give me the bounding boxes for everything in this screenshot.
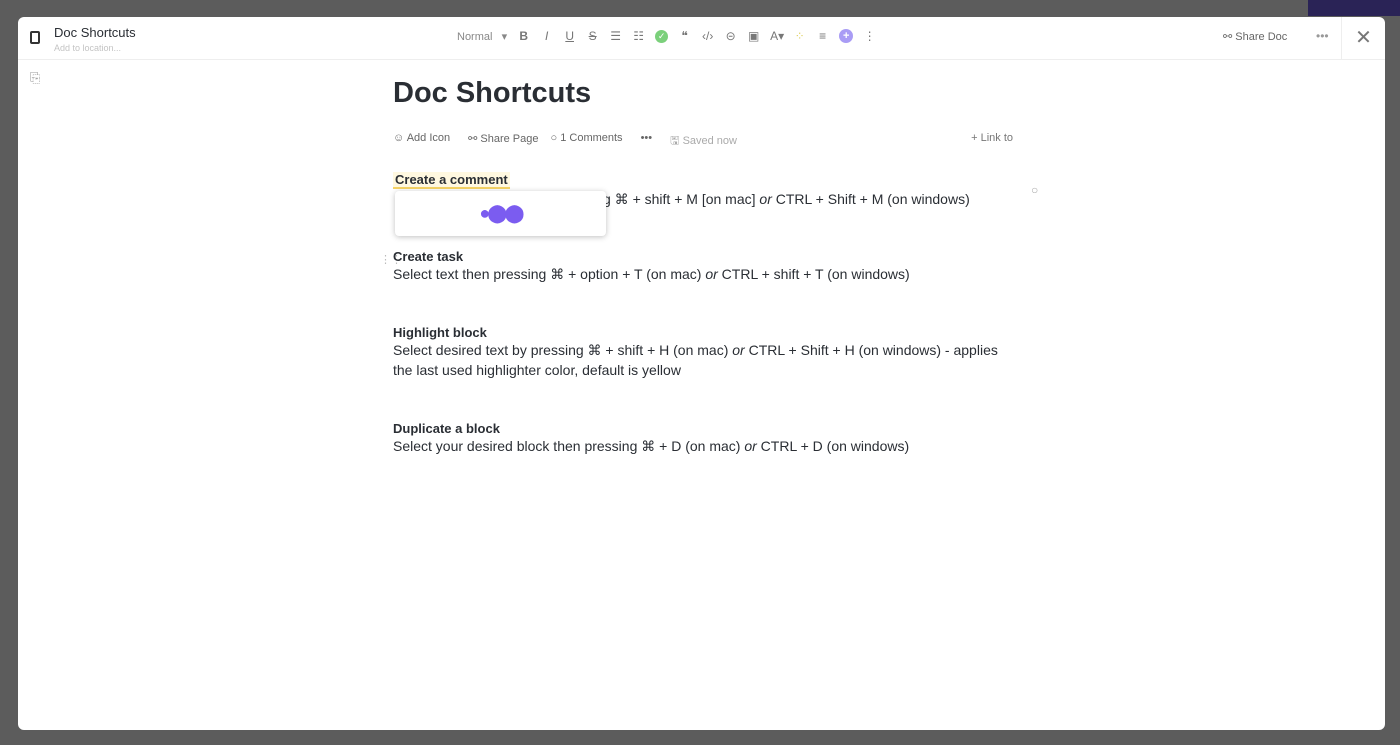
doc-header: Doc Shortcuts Add to location... Normal …: [18, 17, 1385, 60]
more-options-icon[interactable]: •••: [1316, 29, 1329, 43]
format-toolbar: Normal ▾ B I U S ☰ ☷ ✓ ❝ ‹/› ⊝ ▣ A▾ ⁘ ≡ …: [457, 29, 876, 43]
code-icon[interactable]: ‹/›: [701, 29, 714, 43]
add-to-location[interactable]: Add to location...: [54, 43, 121, 53]
content-block[interactable]: Duplicate a block Select your desired bl…: [393, 421, 1013, 456]
quote-icon[interactable]: ❝: [678, 29, 691, 43]
checklist-icon[interactable]: ✓: [655, 29, 669, 43]
doc-content: Doc Shortcuts ☺ Add Icon ⚯ Share Page ○ …: [393, 75, 1013, 456]
block-title: Create task: [393, 249, 464, 264]
block-title: Create a comment: [393, 172, 510, 189]
page-meta-bar: ☺ Add Icon ⚯ Share Page ○ 1 Comments •••…: [393, 132, 1013, 151]
align-icon[interactable]: ≡: [816, 29, 829, 43]
strikethrough-icon[interactable]: S: [586, 29, 599, 43]
background-app-band: [1308, 0, 1400, 16]
document-icon: [30, 31, 40, 44]
block-body: Select desired text by pressing ⌘ + shif…: [393, 342, 998, 378]
content-block[interactable]: Highlight block Select desired text by p…: [393, 325, 1013, 380]
italic-icon[interactable]: I: [540, 29, 553, 43]
share-doc-button[interactable]: ⚯ Share Doc: [1223, 30, 1287, 43]
comment-icon[interactable]: ○: [1031, 183, 1038, 197]
more-icon[interactable]: •••: [641, 132, 653, 151]
link-icon[interactable]: ⊝: [724, 29, 737, 43]
link-to-button[interactable]: + Link to: [971, 132, 1013, 144]
add-page-icon[interactable]: ⎘: [30, 70, 40, 86]
text-style-dropdown[interactable]: Normal ▾: [457, 30, 507, 43]
bold-icon[interactable]: B: [517, 29, 530, 43]
share-icon: ⚯: [1223, 31, 1233, 43]
content-block[interactable]: Create task Select text then pressing ⌘ …: [393, 249, 1013, 284]
add-icon-button[interactable]: ☺ Add Icon: [393, 132, 450, 151]
loading-popup: ●⬤⬤: [395, 191, 606, 236]
block-body: Select text then pressing ⌘ + option + T…: [393, 266, 910, 282]
bullet-list-icon[interactable]: ☰: [609, 29, 622, 43]
share-page-button[interactable]: ⚯ Share Page: [468, 132, 538, 151]
block-title: Highlight block: [393, 325, 487, 340]
underline-icon[interactable]: U: [563, 29, 576, 43]
page-title[interactable]: Doc Shortcuts: [393, 77, 1013, 110]
add-icon[interactable]: +: [839, 29, 854, 43]
doc-modal: Doc Shortcuts Add to location... Normal …: [18, 17, 1385, 730]
comments-button[interactable]: ○ 1 Comments: [551, 132, 623, 151]
block-body: Select your desired block then pressing …: [393, 438, 910, 454]
numbered-list-icon[interactable]: ☷: [632, 29, 645, 43]
highlight-color-icon[interactable]: ⁘: [793, 29, 806, 43]
doc-title[interactable]: Doc Shortcuts: [54, 25, 136, 40]
text-color-icon[interactable]: A▾: [770, 29, 784, 43]
block-title: Duplicate a block: [393, 421, 500, 436]
loading-dots-icon: ●⬤⬤: [479, 203, 524, 223]
more-icon[interactable]: ⋮: [863, 29, 876, 43]
embed-icon[interactable]: ▣: [747, 29, 760, 43]
saved-status: 🖫 Saved now: [670, 135, 737, 147]
close-icon[interactable]: ✕: [1341, 17, 1385, 60]
